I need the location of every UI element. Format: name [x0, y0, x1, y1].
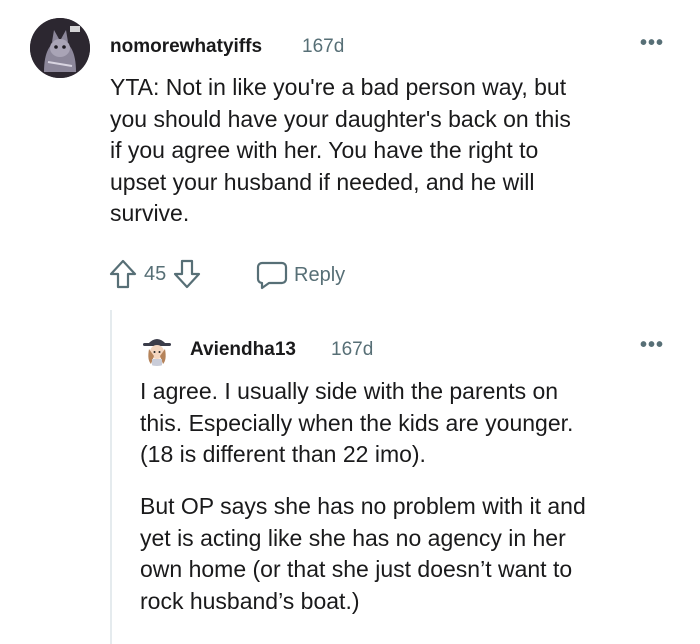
comment-line: you should have your daughter's back on …	[110, 105, 571, 132]
cat-avatar-icon	[30, 18, 90, 78]
downvote-arrow-icon	[174, 259, 201, 289]
vote-count: 45	[144, 262, 167, 285]
thread-line[interactable]	[110, 310, 112, 644]
comment-line: YTA: Not in like you're a bad person way…	[110, 74, 567, 100]
comment-bubble-icon	[256, 261, 288, 290]
comment-username[interactable]: nomorewhatyiffs	[110, 36, 262, 58]
comment-line: survive.	[110, 200, 190, 226]
user-avatar[interactable]	[30, 18, 90, 78]
comment-line: if you agree with her. You have the righ…	[110, 137, 539, 163]
reply-line: own home (or that she just doesn’t want …	[140, 556, 573, 582]
comment-age: 167d	[302, 36, 345, 57]
cowboy-avatar-icon	[140, 332, 174, 366]
downvote-button[interactable]	[172, 258, 202, 290]
reply-line: yet is acting like she has no agency in …	[140, 524, 566, 551]
comment-line: upset your husband if needed, and he wil…	[110, 168, 535, 195]
reply-button[interactable]: Reply	[256, 260, 345, 290]
reply-line: this. Especially when the kids are young…	[140, 409, 574, 436]
upvote-arrow-icon	[109, 259, 137, 289]
reply-age: 167d	[331, 339, 374, 360]
reply-line: rock husband’s boat.)	[140, 587, 360, 614]
reply-body-paragraph-1: I agree. I usually side with the parents…	[140, 376, 685, 471]
reply-line: But OP says she has no problem with it a…	[140, 493, 586, 519]
reply-label: Reply	[294, 263, 346, 286]
comment-more-button[interactable]: •••	[640, 32, 664, 55]
reply-username[interactable]: Aviendha13	[190, 339, 296, 361]
comment-body: YTA: Not in like you're a bad person way…	[110, 72, 680, 230]
reply-avatar[interactable]	[140, 332, 174, 366]
upvote-button[interactable]	[108, 258, 138, 290]
reply-line: I agree. I usually side with the parents…	[140, 378, 559, 404]
reply-body-paragraph-2: But OP says she has no problem with it a…	[140, 491, 685, 617]
vote-bar: 45	[108, 258, 202, 290]
reply-more-button[interactable]: •••	[640, 334, 664, 357]
reply-line: (18 is different than 22 imo).	[140, 441, 426, 467]
